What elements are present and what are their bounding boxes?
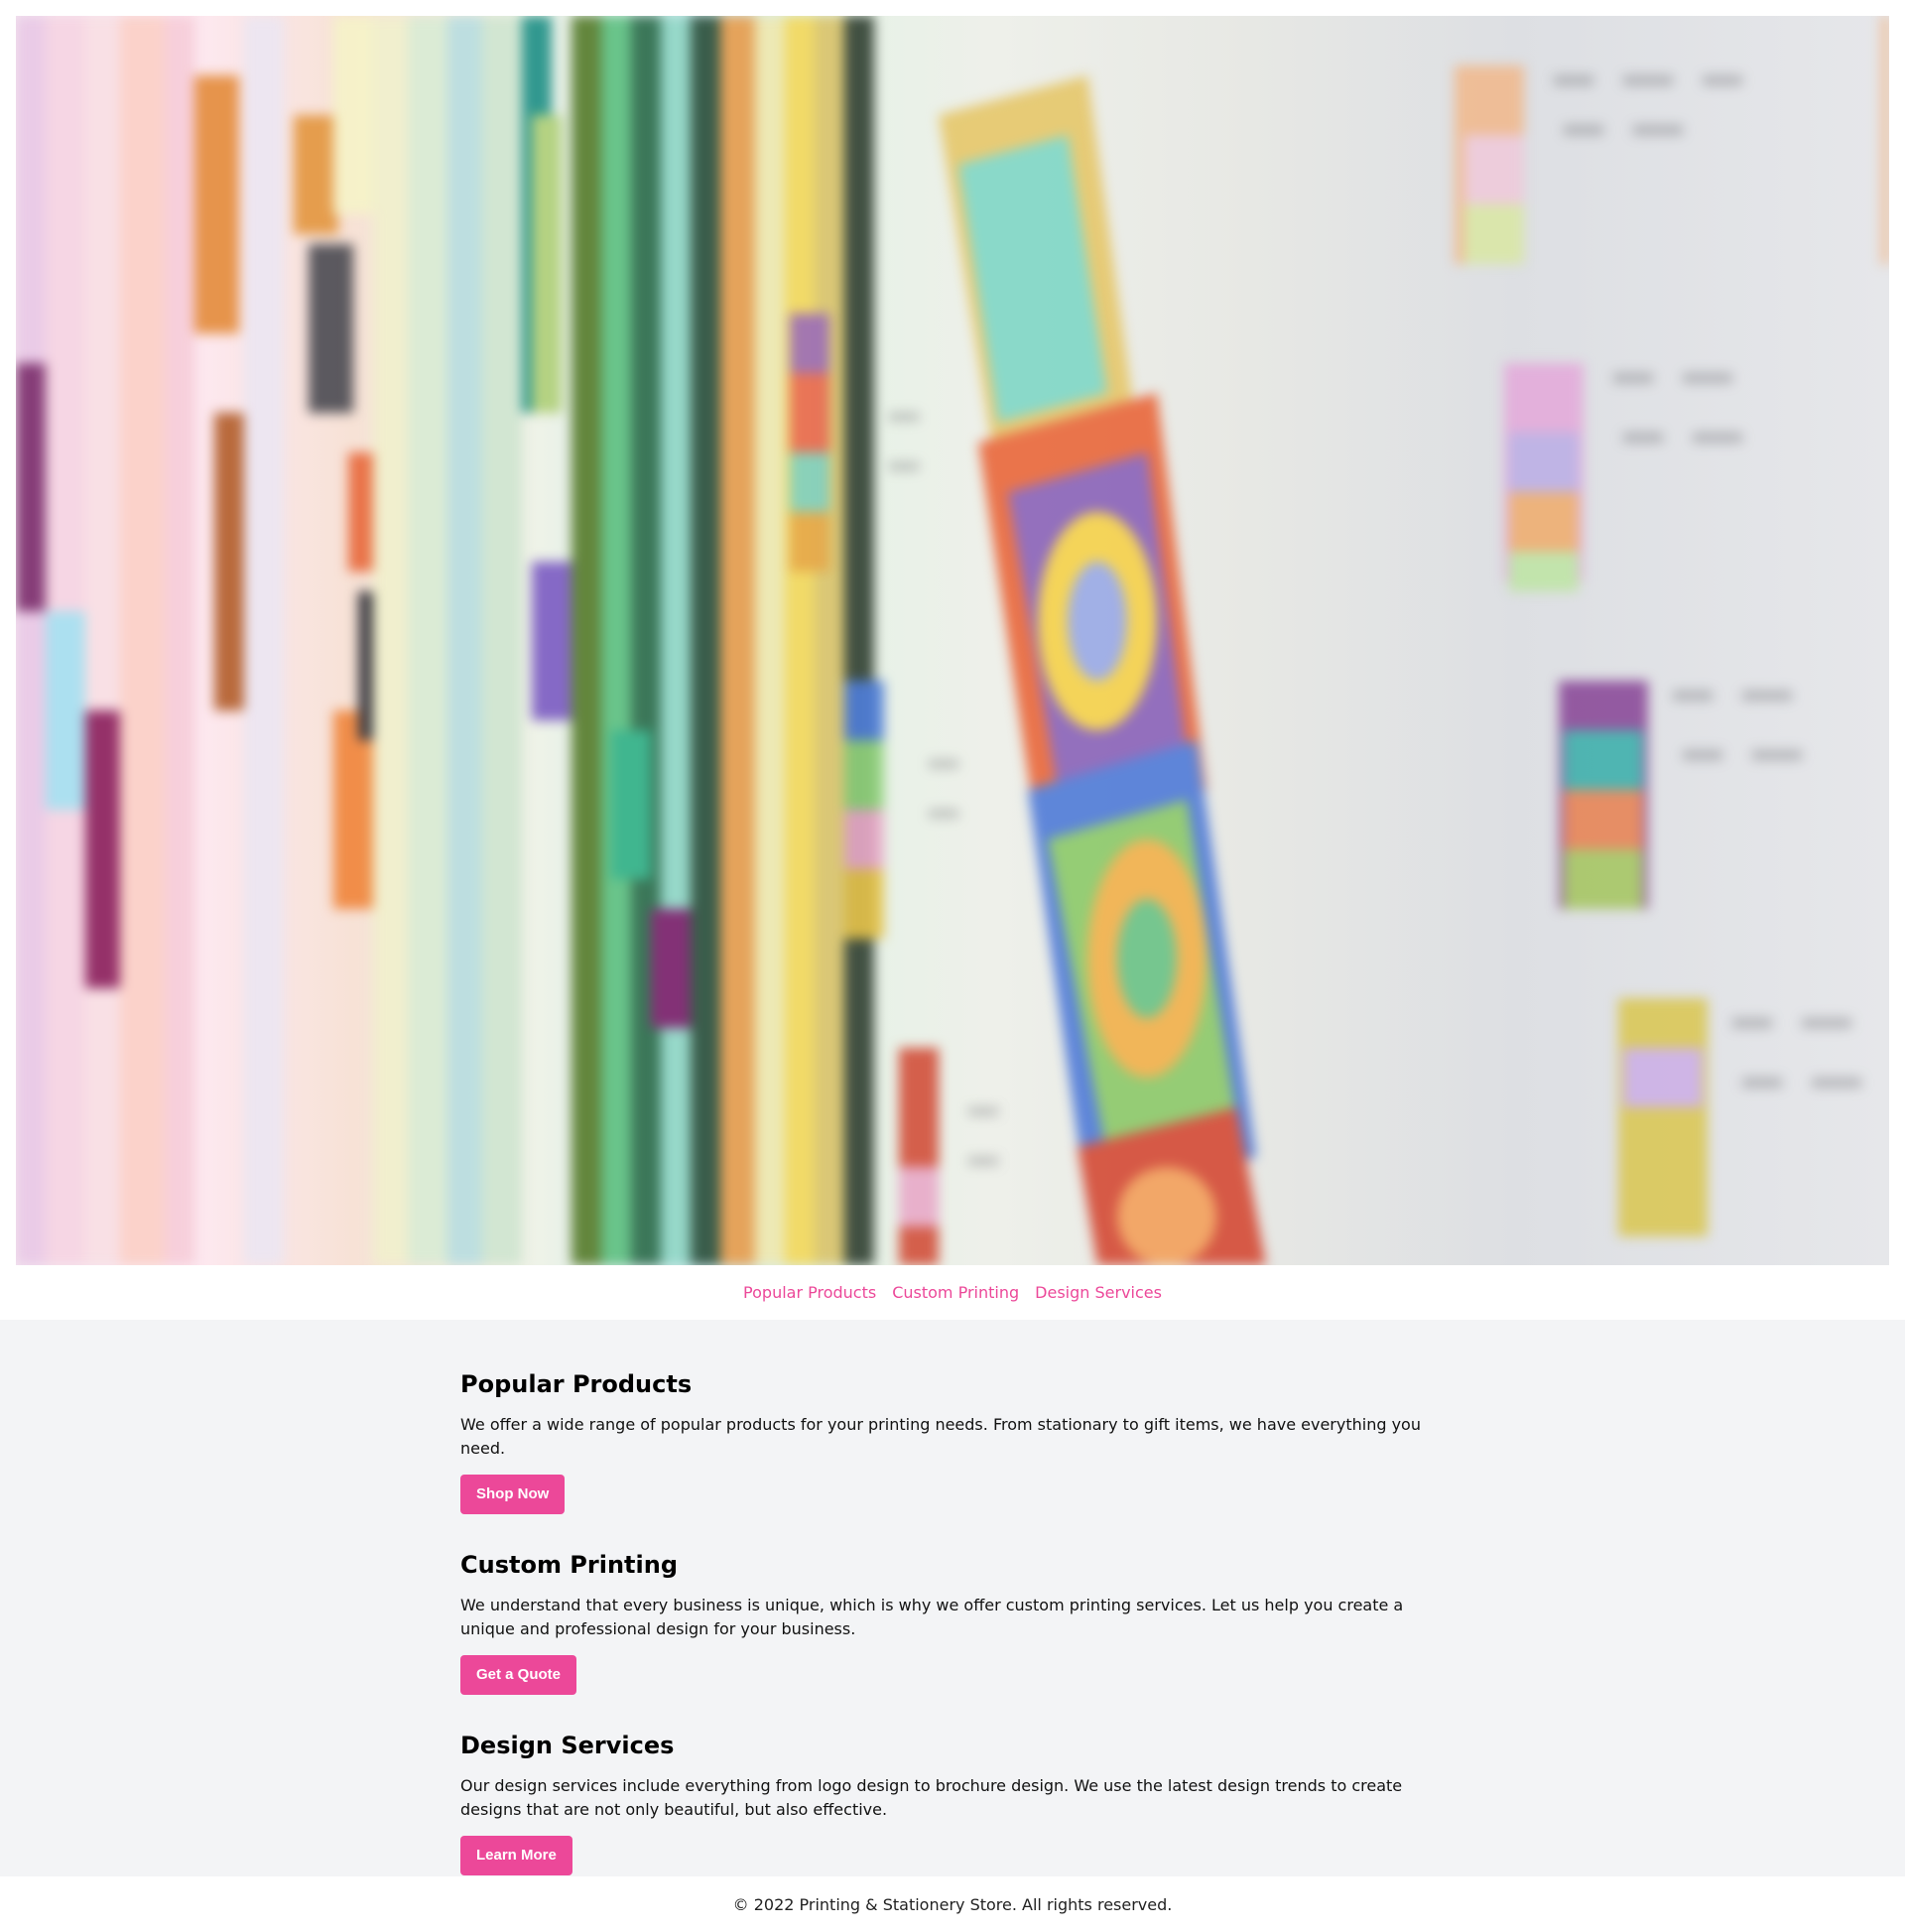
color-swatch-photo-icon <box>16 16 1889 1265</box>
shop-now-button[interactable]: Shop Now <box>460 1475 566 1514</box>
section-text: We understand that every business is uni… <box>460 1596 1404 1638</box>
section-text: Our design services include everything f… <box>460 1776 1403 1819</box>
nav-link-popular-products[interactable]: Popular Products <box>743 1283 876 1302</box>
main-content: Popular Products We offer a wide range o… <box>0 1320 1905 1876</box>
section-title: Custom Printing <box>460 1551 679 1579</box>
section-title: Popular Products <box>460 1370 693 1398</box>
nav-link-custom-printing[interactable]: Custom Printing <box>892 1283 1019 1302</box>
top-nav: Popular Products Custom Printing Design … <box>0 1265 1905 1320</box>
section-text: We offer a wide range of popular product… <box>460 1415 1421 1458</box>
section-custom-printing: Custom Printing We understand that every… <box>460 1550 1445 1695</box>
hero-image <box>16 16 1889 1265</box>
section-popular-products: Popular Products We offer a wide range o… <box>460 1369 1445 1514</box>
learn-more-button[interactable]: Learn More <box>460 1836 572 1875</box>
footer: © 2022 Printing & Stationery Store. All … <box>0 1876 1905 1932</box>
section-design-services: Design Services Our design services incl… <box>460 1731 1445 1875</box>
content-column: Popular Products We offer a wide range o… <box>460 1369 1445 1911</box>
get-a-quote-button[interactable]: Get a Quote <box>460 1655 577 1695</box>
copyright-text: © 2022 Printing & Stationery Store. All … <box>732 1894 1173 1914</box>
nav-link-design-services[interactable]: Design Services <box>1035 1283 1162 1302</box>
section-title: Design Services <box>460 1732 675 1759</box>
